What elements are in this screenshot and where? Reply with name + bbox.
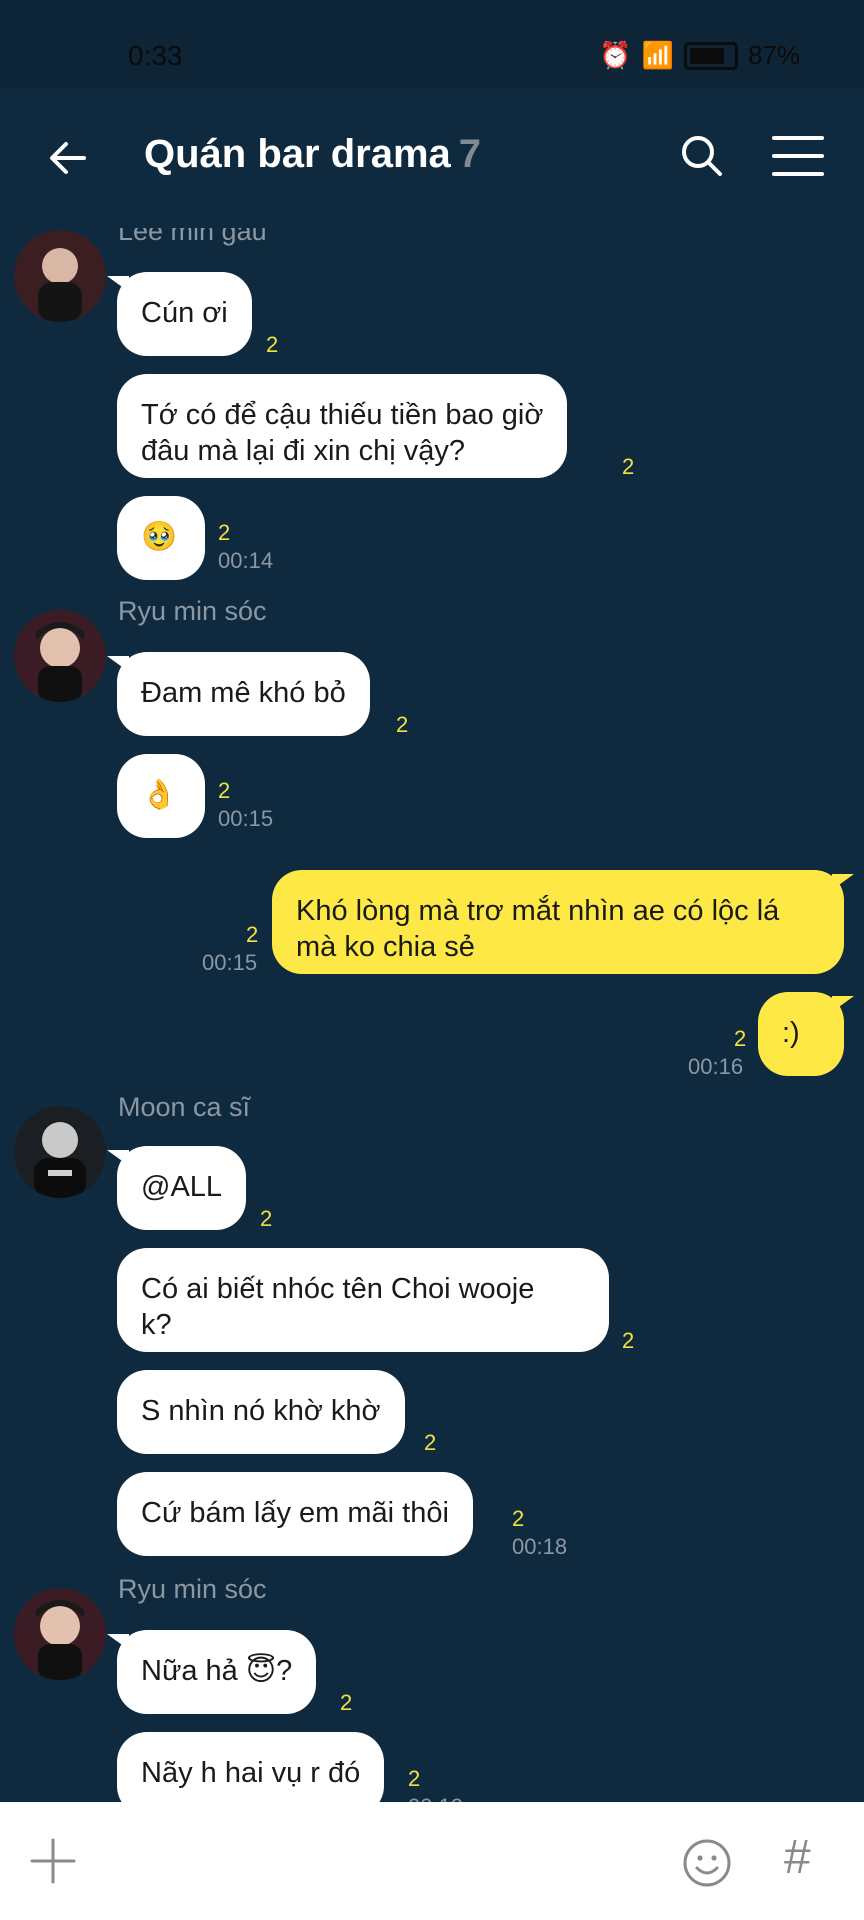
sender-name: Ryu min sóc — [118, 1574, 267, 1604]
avatar[interactable] — [14, 610, 106, 702]
hash-icon[interactable]: # — [784, 1830, 811, 1885]
my-message-bubble[interactable]: Khó lòng mà trơ mắt nhìn ae có lộc lá mà… — [272, 870, 854, 974]
message-time: 00:18 — [512, 1534, 568, 1559]
unread-count: 2 — [424, 1430, 437, 1455]
message-bubble[interactable]: Nãy h hai vụ r đó — [117, 1732, 385, 1802]
message-bubble[interactable]: 🥹 — [117, 496, 205, 580]
chat-title-text: Quán bar drama — [144, 132, 451, 176]
unread-count: 2 — [218, 520, 231, 545]
unread-count: 2 — [340, 1690, 353, 1715]
sender-name: Moon ca sĩ — [118, 1092, 251, 1122]
unread-count: 2 — [260, 1206, 273, 1231]
status-icons: ⏰ 📶 87% — [599, 40, 800, 71]
message-bubble[interactable]: 👌 — [117, 754, 205, 838]
menu-icon[interactable] — [772, 134, 824, 178]
message-bubble[interactable]: @ALL — [106, 1146, 247, 1230]
message-time: 00:15 — [202, 950, 258, 975]
avatar-image — [14, 1106, 106, 1198]
avatar[interactable] — [14, 1588, 106, 1680]
message-bubble[interactable]: Cún ơi — [107, 272, 252, 356]
wifi-icon: 📶 — [641, 40, 674, 70]
message-time: 00:19 — [408, 1794, 463, 1802]
unread-count: 2 — [408, 1766, 421, 1791]
chat-messages[interactable]: Lee min gấu Cún ơi 2 Tớ có để cậu thiếu … — [0, 228, 864, 1802]
battery-percent: 87% — [747, 40, 800, 70]
unread-count: 2 — [512, 1506, 525, 1531]
message-bubble[interactable]: Tớ có để cậu thiếu tiền bao giờ đâu mà l… — [117, 374, 568, 478]
message-bubble[interactable]: Cứ bám lấy em mãi thôi — [117, 1472, 473, 1556]
avatar-image — [14, 610, 106, 702]
message-time: 00:14 — [218, 548, 274, 573]
my-message-bubble[interactable]: :) — [758, 992, 854, 1076]
search-icon[interactable] — [678, 132, 726, 180]
unread-count: 2 — [622, 1328, 635, 1353]
alarm-icon: ⏰ — [599, 40, 632, 70]
message-time: 00:16 — [688, 1054, 744, 1079]
message-bubble[interactable]: S nhìn nó khờ khờ — [117, 1370, 405, 1454]
unread-count: 2 — [246, 922, 259, 947]
unread-count: 2 — [622, 454, 635, 479]
status-bar: 0:33 ⏰ 📶 87% — [0, 0, 864, 88]
avatar[interactable] — [14, 230, 106, 322]
unread-count: 2 — [266, 332, 279, 357]
sender-name: Ryu min sóc — [118, 596, 267, 626]
arrow-left-icon[interactable] — [44, 134, 92, 182]
avatar-image — [14, 1588, 106, 1680]
unread-count: 2 — [734, 1026, 747, 1051]
avatar-image — [14, 230, 106, 322]
message-bubble[interactable]: Có ai biết nhóc tên Choi wooje k? — [117, 1248, 609, 1352]
message-bubble[interactable]: Đam mê khó bỏ — [107, 652, 370, 736]
member-count: 7 — [458, 132, 482, 176]
message-time: 00:15 — [218, 806, 274, 831]
chat-header: Quán bar drama 7 — [0, 88, 864, 228]
chat-title: Quán bar drama 7 — [144, 132, 481, 177]
unread-count: 2 — [218, 778, 231, 803]
emoji-icon[interactable] — [682, 1838, 732, 1888]
status-time: 0:33 — [128, 40, 183, 71]
battery-icon — [683, 41, 738, 70]
message-input-bar[interactable]: # — [0, 1802, 864, 1920]
sender-name: Lee min gấu — [118, 228, 267, 246]
avatar[interactable] — [14, 1106, 106, 1198]
unread-count: 2 — [396, 712, 409, 737]
message-bubble[interactable]: Nữa hả 😇? — [106, 1630, 317, 1714]
plus-icon[interactable] — [30, 1838, 76, 1884]
